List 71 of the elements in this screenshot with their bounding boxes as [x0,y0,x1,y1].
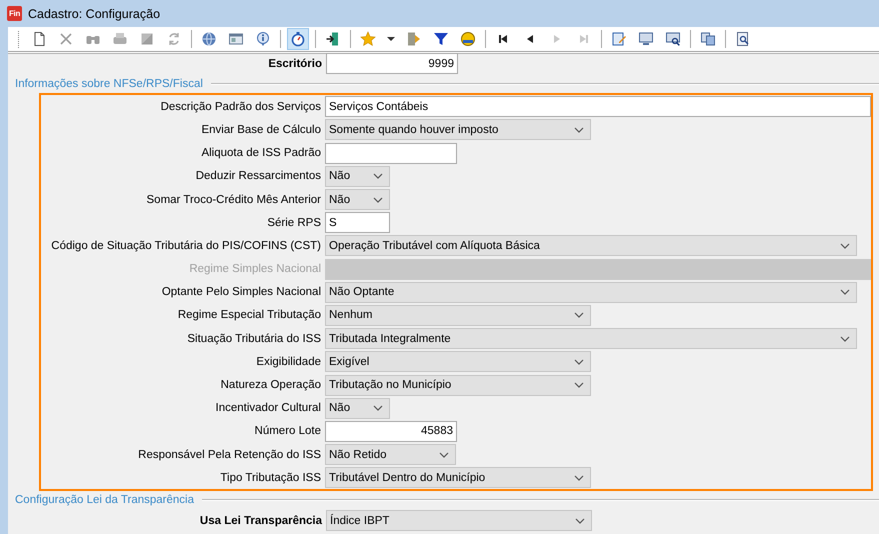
dropdown[interactable]: Tributação no Município [325,374,591,396]
text-field[interactable] [325,142,457,164]
chevron-icon [439,452,449,458]
field-label: Usa Lei Transparência [198,514,322,527]
field-label: Regime Especial Tributação [176,309,321,322]
field-label: Código de Situação Tributária do PIS/COFINS (CST) [50,240,321,252]
chevron-icon [574,358,584,365]
field-label: Enviar Base de Cálculo [200,124,321,136]
field-label: Escritório [267,58,322,70]
filter-icon [433,31,449,47]
chevron-icon [574,126,584,133]
chevron-icon [373,405,383,412]
preview-icon [735,31,751,47]
dropdown[interactable]: Não Optante [325,282,857,303]
text-field[interactable]: 45883 [325,420,457,442]
dropdown[interactable]: Índice IBPT [326,510,592,532]
dropdown[interactable]: Tributada Integralmente [325,328,857,350]
window-icon [228,31,244,47]
star-icon [360,31,376,47]
caret-icon [387,37,395,41]
field-label: Série RPS [266,216,321,229]
info-icon [255,31,271,47]
monitor-search-icon [665,31,681,47]
monitor-icon [638,31,654,47]
app-logo: Fin [7,6,22,21]
field-label: Responsável Pela Retenção do ISS [137,448,321,461]
chevron-icon [373,173,383,180]
exit-door-icon [325,31,341,47]
dropdown[interactable]: Exigível [325,351,591,372]
dropdown[interactable]: Não [325,189,390,210]
section-title: Configuração Lei da Transparência [15,494,194,506]
stopwatch-button[interactable] [287,28,309,50]
dropdown[interactable]: Não Retido [325,444,456,466]
field-label: Situação Tributária do ISS [186,332,321,345]
chevron-icon [574,312,584,318]
field-label: Aliquota de ISS Padrão [200,147,321,160]
dropdown[interactable]: Não [325,166,390,187]
door-arrow-icon [406,31,422,47]
stopwatch-icon [290,31,306,47]
window-title: Cadastro: Configuração [28,6,160,20]
printer-icon [112,31,128,47]
field-label: Tipo Tributação ISS [219,472,321,484]
text-field[interactable]: 9999 [326,53,458,74]
field-label: Regime Simples Nacional [188,263,321,276]
dropdown[interactable]: Tributável Dentro do Município [325,467,591,488]
field-label: Natureza Operação [220,379,321,392]
chevron-icon [840,289,850,296]
text-field[interactable]: S [325,212,390,234]
chevron-icon [574,474,584,481]
section-title: Informações sobre NFSe/RPS/Fiscal [15,78,203,90]
field-label: Deduzir Ressarcimentos [194,170,321,182]
field-label: Optante Pelo Simples Nacional [160,286,321,298]
dropdown[interactable]: Não [325,398,390,419]
field-label: Somar Troco-Crédito Mês Anterior [146,194,321,206]
field-label: Número Lote [254,425,321,438]
field-label: Incentivador Cultural [214,402,321,414]
chevron-icon [373,196,383,203]
field-label: Exigibilidade [255,356,321,368]
field-label: Descrição Padrão dos Serviços [160,100,321,113]
edit-document-icon [611,31,627,47]
dropdown[interactable]: Nenhum [325,304,591,326]
delete-icon [58,31,74,47]
chevron-icon [575,518,585,524]
dropdown[interactable]: Somente quando houver imposto [325,119,591,140]
dropdown[interactable]: Operação Tributável com Alíquota Básica [325,235,857,256]
chevron-icon [840,242,850,249]
square-icon [139,31,155,47]
text-field[interactable]: Serviços Contábeis [325,96,871,118]
chevron-icon [840,336,850,342]
copy-icon [700,31,716,47]
chevron-icon [574,382,584,388]
